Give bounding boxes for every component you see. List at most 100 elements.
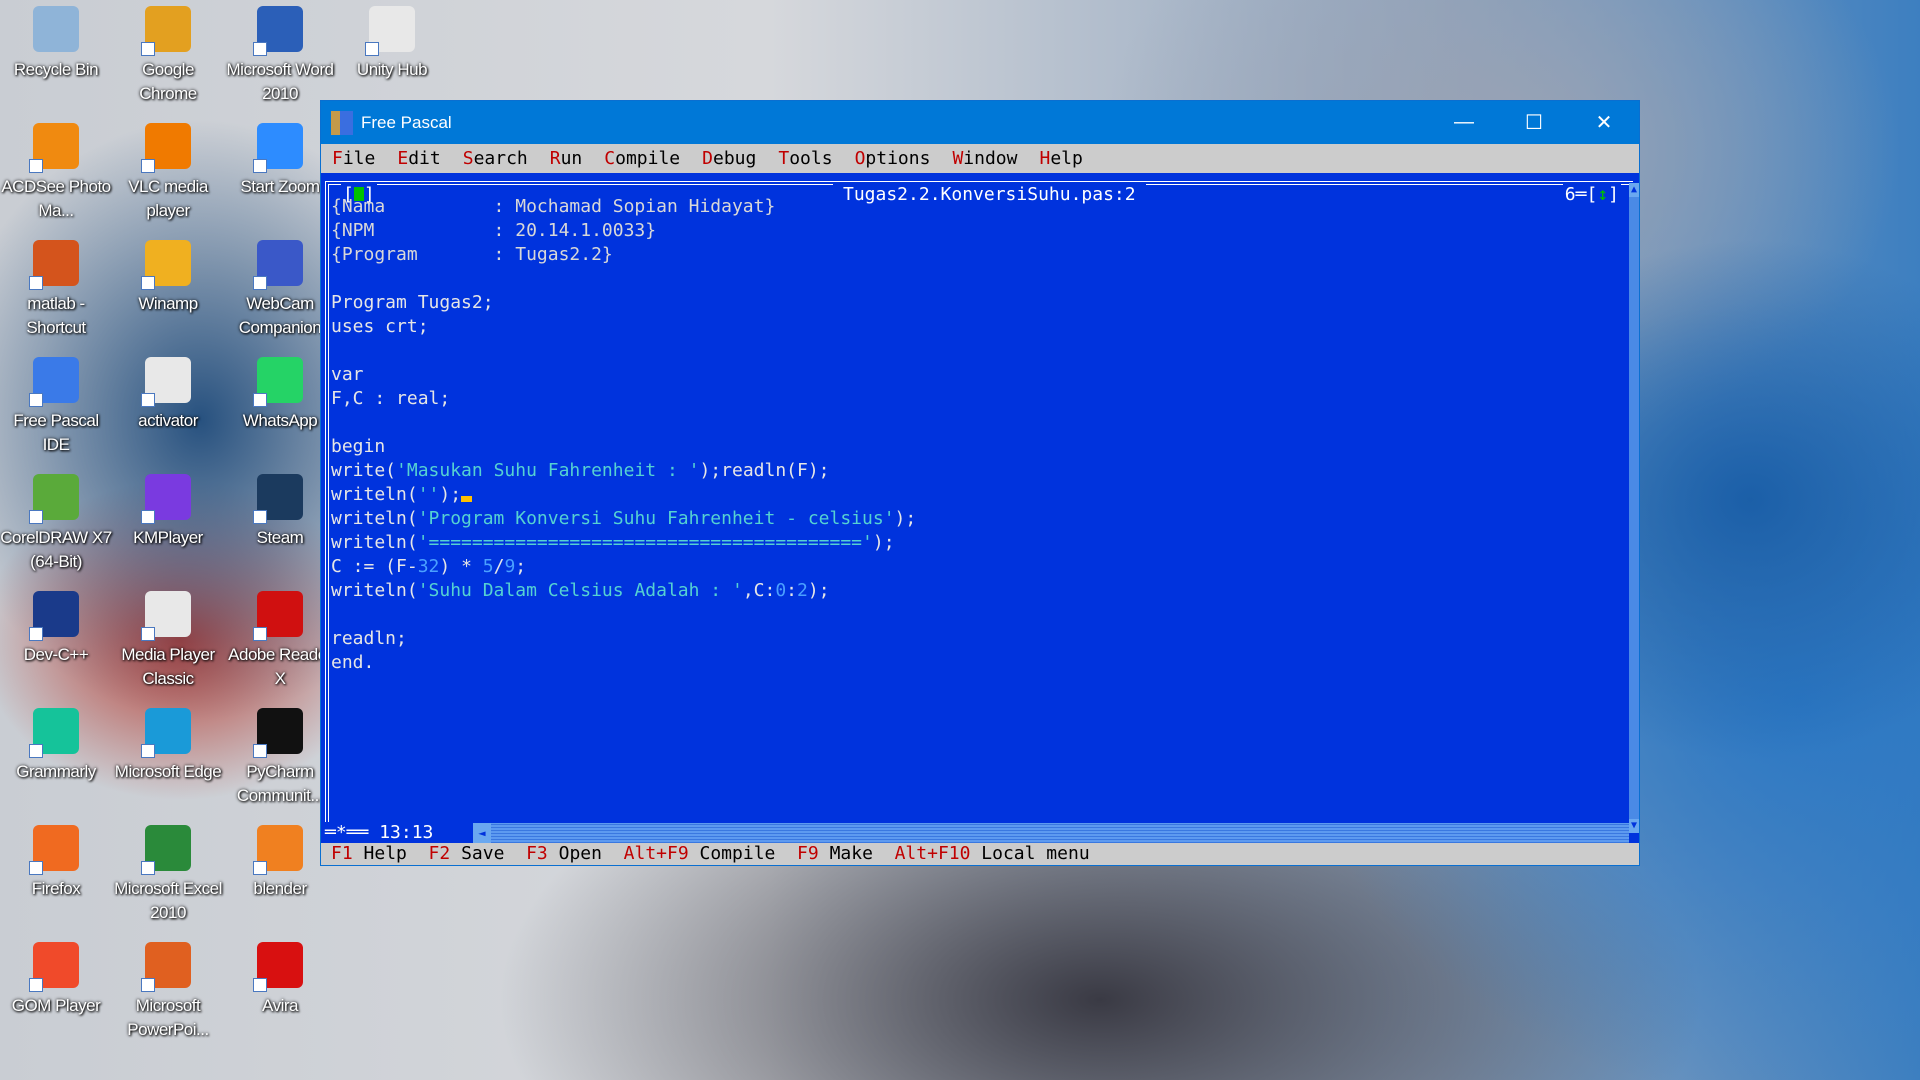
desktop-icon-mpc[interactable]: Media Player Classic xyxy=(112,587,224,691)
vlc-icon xyxy=(141,123,191,173)
desktop-icon-firefox[interactable]: Firefox xyxy=(0,821,112,901)
zoom-toggle-icon[interactable]: ↕ xyxy=(1597,184,1608,205)
desktop-icon-free-pascal[interactable]: Free Pascal IDE xyxy=(0,353,112,457)
desktop-icon-acdsee[interactable]: ACDSee Photo Ma... xyxy=(0,119,112,223)
menu-search[interactable]: Search xyxy=(463,148,528,169)
status-hotkey: F3 xyxy=(526,843,548,864)
close-button[interactable]: ✕ xyxy=(1569,101,1639,144)
cursor-position: ═*══ 13:13 xyxy=(325,822,440,844)
desktop-icon-recycle-bin[interactable]: Recycle Bin xyxy=(0,2,112,82)
powerpoint-icon xyxy=(141,942,191,992)
status-hotkey: Alt+F10 xyxy=(894,843,971,864)
menu-options[interactable]: Options xyxy=(855,148,931,169)
desktop-icon-label: ACDSee Photo Ma... xyxy=(1,177,111,220)
horizontal-scrollbar[interactable]: ◄ xyxy=(473,823,1629,843)
code-token: ,C: xyxy=(742,580,776,601)
editor-window[interactable]: [] Tugas2.2.KonversiSuhu.pas:2 6═[↕] {Na… xyxy=(321,173,1639,844)
status-hotkey: F1 xyxy=(331,843,353,864)
code-token: ; xyxy=(515,556,527,577)
code-token: readln; xyxy=(331,628,407,649)
desktop-icon-unity-hub[interactable]: Unity Hub xyxy=(336,2,448,82)
desktop-icon-label: Microsoft Word 2010 xyxy=(226,60,335,103)
status-bar: F1 Help F2 Save F3 Open Alt+F9 Compile F… xyxy=(321,843,1639,865)
vertical-scrollbar[interactable]: ▲ ▼ xyxy=(1629,183,1639,833)
menu-compile[interactable]: Compile xyxy=(604,148,680,169)
status-label: Open xyxy=(547,843,624,864)
status-compile[interactable]: Alt+F9 Compile xyxy=(624,843,797,864)
desktop-icon-label: Unity Hub xyxy=(356,60,428,79)
status-local-menu[interactable]: Alt+F10 Local menu xyxy=(895,843,1112,864)
window-title: Free Pascal xyxy=(361,112,452,132)
webcam-icon xyxy=(253,240,303,290)
code-line: F,C : real; xyxy=(331,387,916,411)
desktop-icon-grammarly[interactable]: Grammarly xyxy=(0,704,112,784)
title-bar[interactable]: Free Pascal — ☐ ✕ xyxy=(321,101,1639,144)
menu-hotkey: R xyxy=(549,148,561,169)
desktop-icon-kmplayer[interactable]: KMPlayer xyxy=(112,470,224,550)
menu-file[interactable]: File xyxy=(332,148,375,169)
menu-edit[interactable]: Edit xyxy=(397,148,440,169)
scroll-up-icon[interactable]: ▲ xyxy=(1629,183,1639,197)
status-label: Make xyxy=(818,843,895,864)
code-token: ); xyxy=(439,484,462,505)
code-token: : xyxy=(786,580,798,601)
code-line: var xyxy=(331,363,916,387)
code-token: C := (F- xyxy=(331,556,418,577)
menu-window[interactable]: Window xyxy=(952,148,1017,169)
desktop-icon-vlc[interactable]: VLC media player xyxy=(112,119,224,223)
desktop-icon-gom-player[interactable]: GOM Player xyxy=(0,938,112,1018)
desktop-icon-winamp[interactable]: Winamp xyxy=(112,236,224,316)
coreldraw-icon xyxy=(29,474,79,524)
comment: {Program : Tugas2.2} xyxy=(331,244,613,265)
code-token: ); xyxy=(872,532,895,553)
desktop-icon-word[interactable]: Microsoft Word 2010 xyxy=(224,2,336,106)
desktop-icon-coreldraw[interactable]: CorelDRAW X7 (64-Bit) xyxy=(0,470,112,574)
menu-hotkey: T xyxy=(778,148,790,169)
code-line: writeln(''); xyxy=(331,483,916,507)
minimize-button[interactable]: — xyxy=(1429,101,1499,144)
desktop-icon-excel[interactable]: Microsoft Excel 2010 xyxy=(112,821,224,925)
edge-icon xyxy=(141,708,191,758)
pycharm-icon xyxy=(253,708,303,758)
desktop-icon-devcpp[interactable]: Dev-C++ xyxy=(0,587,112,667)
menu-hotkey: D xyxy=(702,148,713,169)
code-line: end. xyxy=(331,651,916,675)
code-token: F,C : real; xyxy=(331,388,451,409)
desktop-icon-avira[interactable]: Avira xyxy=(224,938,336,1018)
menu-run[interactable]: Run xyxy=(550,148,583,169)
code-token: writeln( xyxy=(331,484,418,505)
menu-hotkey: O xyxy=(854,148,866,169)
text-cursor xyxy=(461,496,473,502)
number-literal: 32 xyxy=(417,556,440,577)
code-area[interactable]: {Nama : Mochamad Sopian Hidayat} {NPM : 2… xyxy=(331,195,916,675)
excel-icon xyxy=(141,825,191,875)
desktop-icon-activator[interactable]: activator xyxy=(112,353,224,433)
desktop-icon-powerpoint[interactable]: Microsoft PowerPoi... xyxy=(112,938,224,1042)
scroll-down-icon[interactable]: ▼ xyxy=(1629,819,1639,833)
status-help[interactable]: F1 Help xyxy=(331,843,429,864)
code-line: Program Tugas2; xyxy=(331,291,916,315)
chrome-icon xyxy=(141,6,191,56)
devcpp-icon xyxy=(29,591,79,641)
status-make[interactable]: F9 Make xyxy=(797,843,895,864)
code-line: C := (F-32) * 5/9; xyxy=(331,555,916,579)
scroll-left-icon[interactable]: ◄ xyxy=(473,823,491,843)
desktop-icon-label: blender xyxy=(253,879,307,898)
desktop-icon-chrome[interactable]: Google Chrome xyxy=(112,2,224,106)
status-save[interactable]: F2 Save xyxy=(429,843,527,864)
number-literal: 5 xyxy=(482,556,494,577)
desktop-icon-edge[interactable]: Microsoft Edge xyxy=(112,704,224,784)
menu-debug[interactable]: Debug xyxy=(702,148,756,169)
grammarly-icon xyxy=(29,708,79,758)
desktop-icon-matlab[interactable]: matlab - Shortcut xyxy=(0,236,112,340)
activator-icon xyxy=(141,357,191,407)
menu-tools[interactable]: Tools xyxy=(778,148,832,169)
menu-help[interactable]: Help xyxy=(1039,148,1082,169)
maximize-button[interactable]: ☐ xyxy=(1499,101,1569,144)
desktop-icon-label: GOM Player xyxy=(11,996,101,1015)
code-line: {Program : Tugas2.2} xyxy=(331,243,916,267)
status-open[interactable]: F3 Open xyxy=(526,843,624,864)
status-hotkey: Alt+F9 xyxy=(623,843,689,864)
